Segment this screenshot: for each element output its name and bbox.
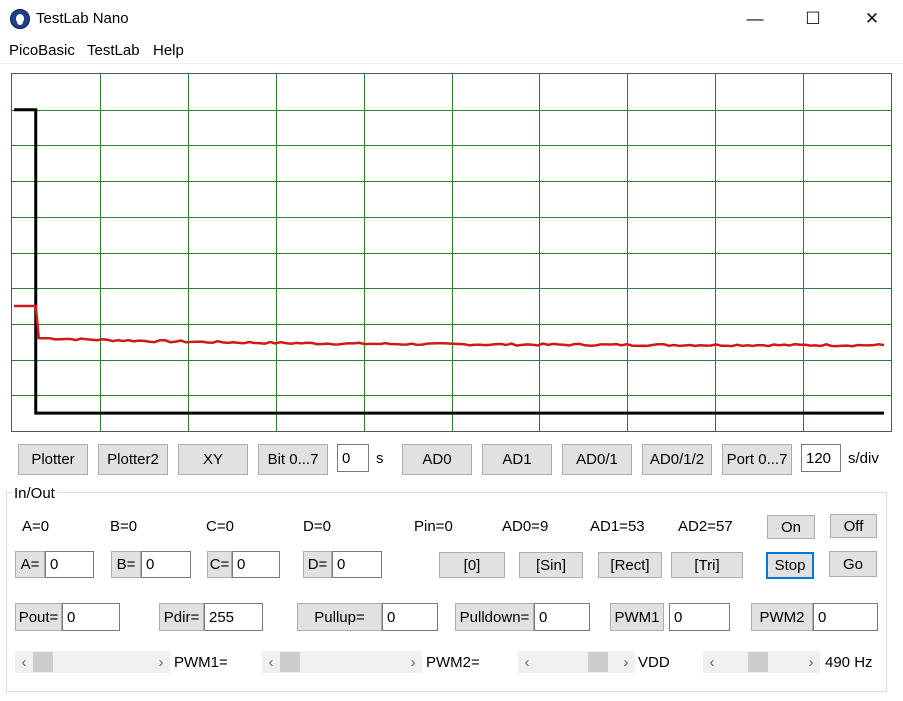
- pwm1-slider-label: PWM1=: [174, 654, 228, 671]
- b-input[interactable]: 0: [141, 551, 191, 578]
- readout-ad2: AD2=57: [678, 518, 733, 535]
- set-c-button[interactable]: C=: [207, 551, 232, 578]
- pwm1-button[interactable]: PWM1: [610, 603, 664, 631]
- readout-pin: Pin=0: [414, 518, 453, 535]
- pulldown-input[interactable]: 0: [534, 603, 590, 631]
- menu-help[interactable]: Help: [153, 42, 184, 59]
- readout-b: B=0: [110, 518, 138, 535]
- wave-sin-button[interactable]: [Sin]: [519, 552, 583, 578]
- scroll-right-icon[interactable]: ›: [617, 651, 635, 673]
- scroll-left-icon[interactable]: ‹: [703, 651, 721, 673]
- minimize-button[interactable]: —: [726, 0, 784, 38]
- readout-a: A=0: [22, 518, 50, 535]
- time-input[interactable]: 0: [337, 444, 369, 472]
- window-title: TestLab Nano: [36, 10, 129, 27]
- pwm2-slider-label: PWM2=: [426, 654, 480, 671]
- off-button[interactable]: Off: [830, 514, 877, 538]
- freq-slider[interactable]: ‹ ›: [703, 651, 820, 673]
- pwm1-input[interactable]: 0: [669, 603, 730, 631]
- readout-ad0: AD0=9: [502, 518, 549, 535]
- app-icon: [10, 9, 30, 29]
- inout-group-title: In/Out: [12, 485, 57, 502]
- readout-c: C=0: [206, 518, 234, 535]
- set-d-button[interactable]: D=: [303, 551, 332, 578]
- go-button[interactable]: Go: [829, 551, 877, 577]
- maximize-button[interactable]: ☐: [784, 0, 842, 38]
- wave-rect-button[interactable]: [Rect]: [598, 552, 662, 578]
- menu-testlab[interactable]: TestLab: [87, 42, 140, 59]
- ad012-button[interactable]: AD0/1/2: [642, 444, 712, 475]
- time-unit-label: s: [376, 450, 384, 467]
- scroll-right-icon[interactable]: ›: [404, 651, 422, 673]
- pdir-input[interactable]: 255: [204, 603, 263, 631]
- menu-divider: [0, 63, 903, 64]
- plot-grid: [12, 74, 891, 431]
- pdir-button[interactable]: Pdir=: [159, 603, 204, 631]
- slider-thumb[interactable]: [280, 652, 300, 672]
- on-button[interactable]: On: [767, 515, 815, 539]
- xy-button[interactable]: XY: [178, 444, 248, 475]
- slider-thumb[interactable]: [748, 652, 769, 672]
- sdiv-input[interactable]: 120: [801, 444, 841, 472]
- scroll-right-icon[interactable]: ›: [152, 651, 170, 673]
- pwm1-slider[interactable]: ‹ ›: [15, 651, 170, 673]
- black-trace: [14, 108, 884, 415]
- stop-button[interactable]: Stop: [766, 552, 814, 579]
- pulldown-button[interactable]: Pulldown=: [455, 603, 534, 631]
- ad1-button[interactable]: AD1: [482, 444, 552, 475]
- slider-thumb[interactable]: [587, 652, 608, 672]
- pwm2-slider[interactable]: ‹ ›: [262, 651, 422, 673]
- pullup-button[interactable]: Pullup=: [297, 603, 382, 631]
- red-trace: [14, 304, 885, 348]
- readout-d: D=0: [303, 518, 331, 535]
- ad01-button[interactable]: AD0/1: [562, 444, 632, 475]
- plot-area: [11, 73, 892, 432]
- plot-canvas: [12, 74, 891, 431]
- set-b-button[interactable]: B=: [111, 551, 141, 578]
- c-input[interactable]: 0: [232, 551, 280, 578]
- pout-input[interactable]: 0: [62, 603, 120, 631]
- slider-thumb[interactable]: [33, 652, 53, 672]
- set-a-button[interactable]: A=: [15, 551, 45, 578]
- plotter2-button[interactable]: Plotter2: [98, 444, 168, 475]
- wave-tri-button[interactable]: [Tri]: [671, 552, 743, 578]
- readout-ad1: AD1=53: [590, 518, 645, 535]
- a-input[interactable]: 0: [45, 551, 94, 578]
- pullup-input[interactable]: 0: [382, 603, 438, 631]
- scroll-left-icon[interactable]: ‹: [262, 651, 280, 673]
- pwm2-input[interactable]: 0: [813, 603, 878, 631]
- wave-zero-button[interactable]: [0]: [439, 552, 505, 578]
- plotter-button[interactable]: Plotter: [18, 444, 88, 475]
- vdd-slider[interactable]: ‹ ›: [518, 651, 635, 673]
- scroll-left-icon[interactable]: ‹: [15, 651, 33, 673]
- d-input[interactable]: 0: [332, 551, 382, 578]
- pwm2-button[interactable]: PWM2: [751, 603, 813, 631]
- freq-slider-label: 490 Hz: [825, 654, 873, 671]
- ad0-button[interactable]: AD0: [402, 444, 472, 475]
- vdd-slider-label: VDD: [638, 654, 670, 671]
- scroll-left-icon[interactable]: ‹: [518, 651, 536, 673]
- bits-button[interactable]: Bit 0...7: [258, 444, 328, 475]
- menu-picobasic[interactable]: PicoBasic: [9, 42, 75, 59]
- close-button[interactable]: ✕: [843, 0, 901, 38]
- port-button[interactable]: Port 0...7: [722, 444, 792, 475]
- scroll-right-icon[interactable]: ›: [802, 651, 820, 673]
- pout-button[interactable]: Pout=: [15, 603, 62, 631]
- sdiv-unit-label: s/div: [848, 450, 879, 467]
